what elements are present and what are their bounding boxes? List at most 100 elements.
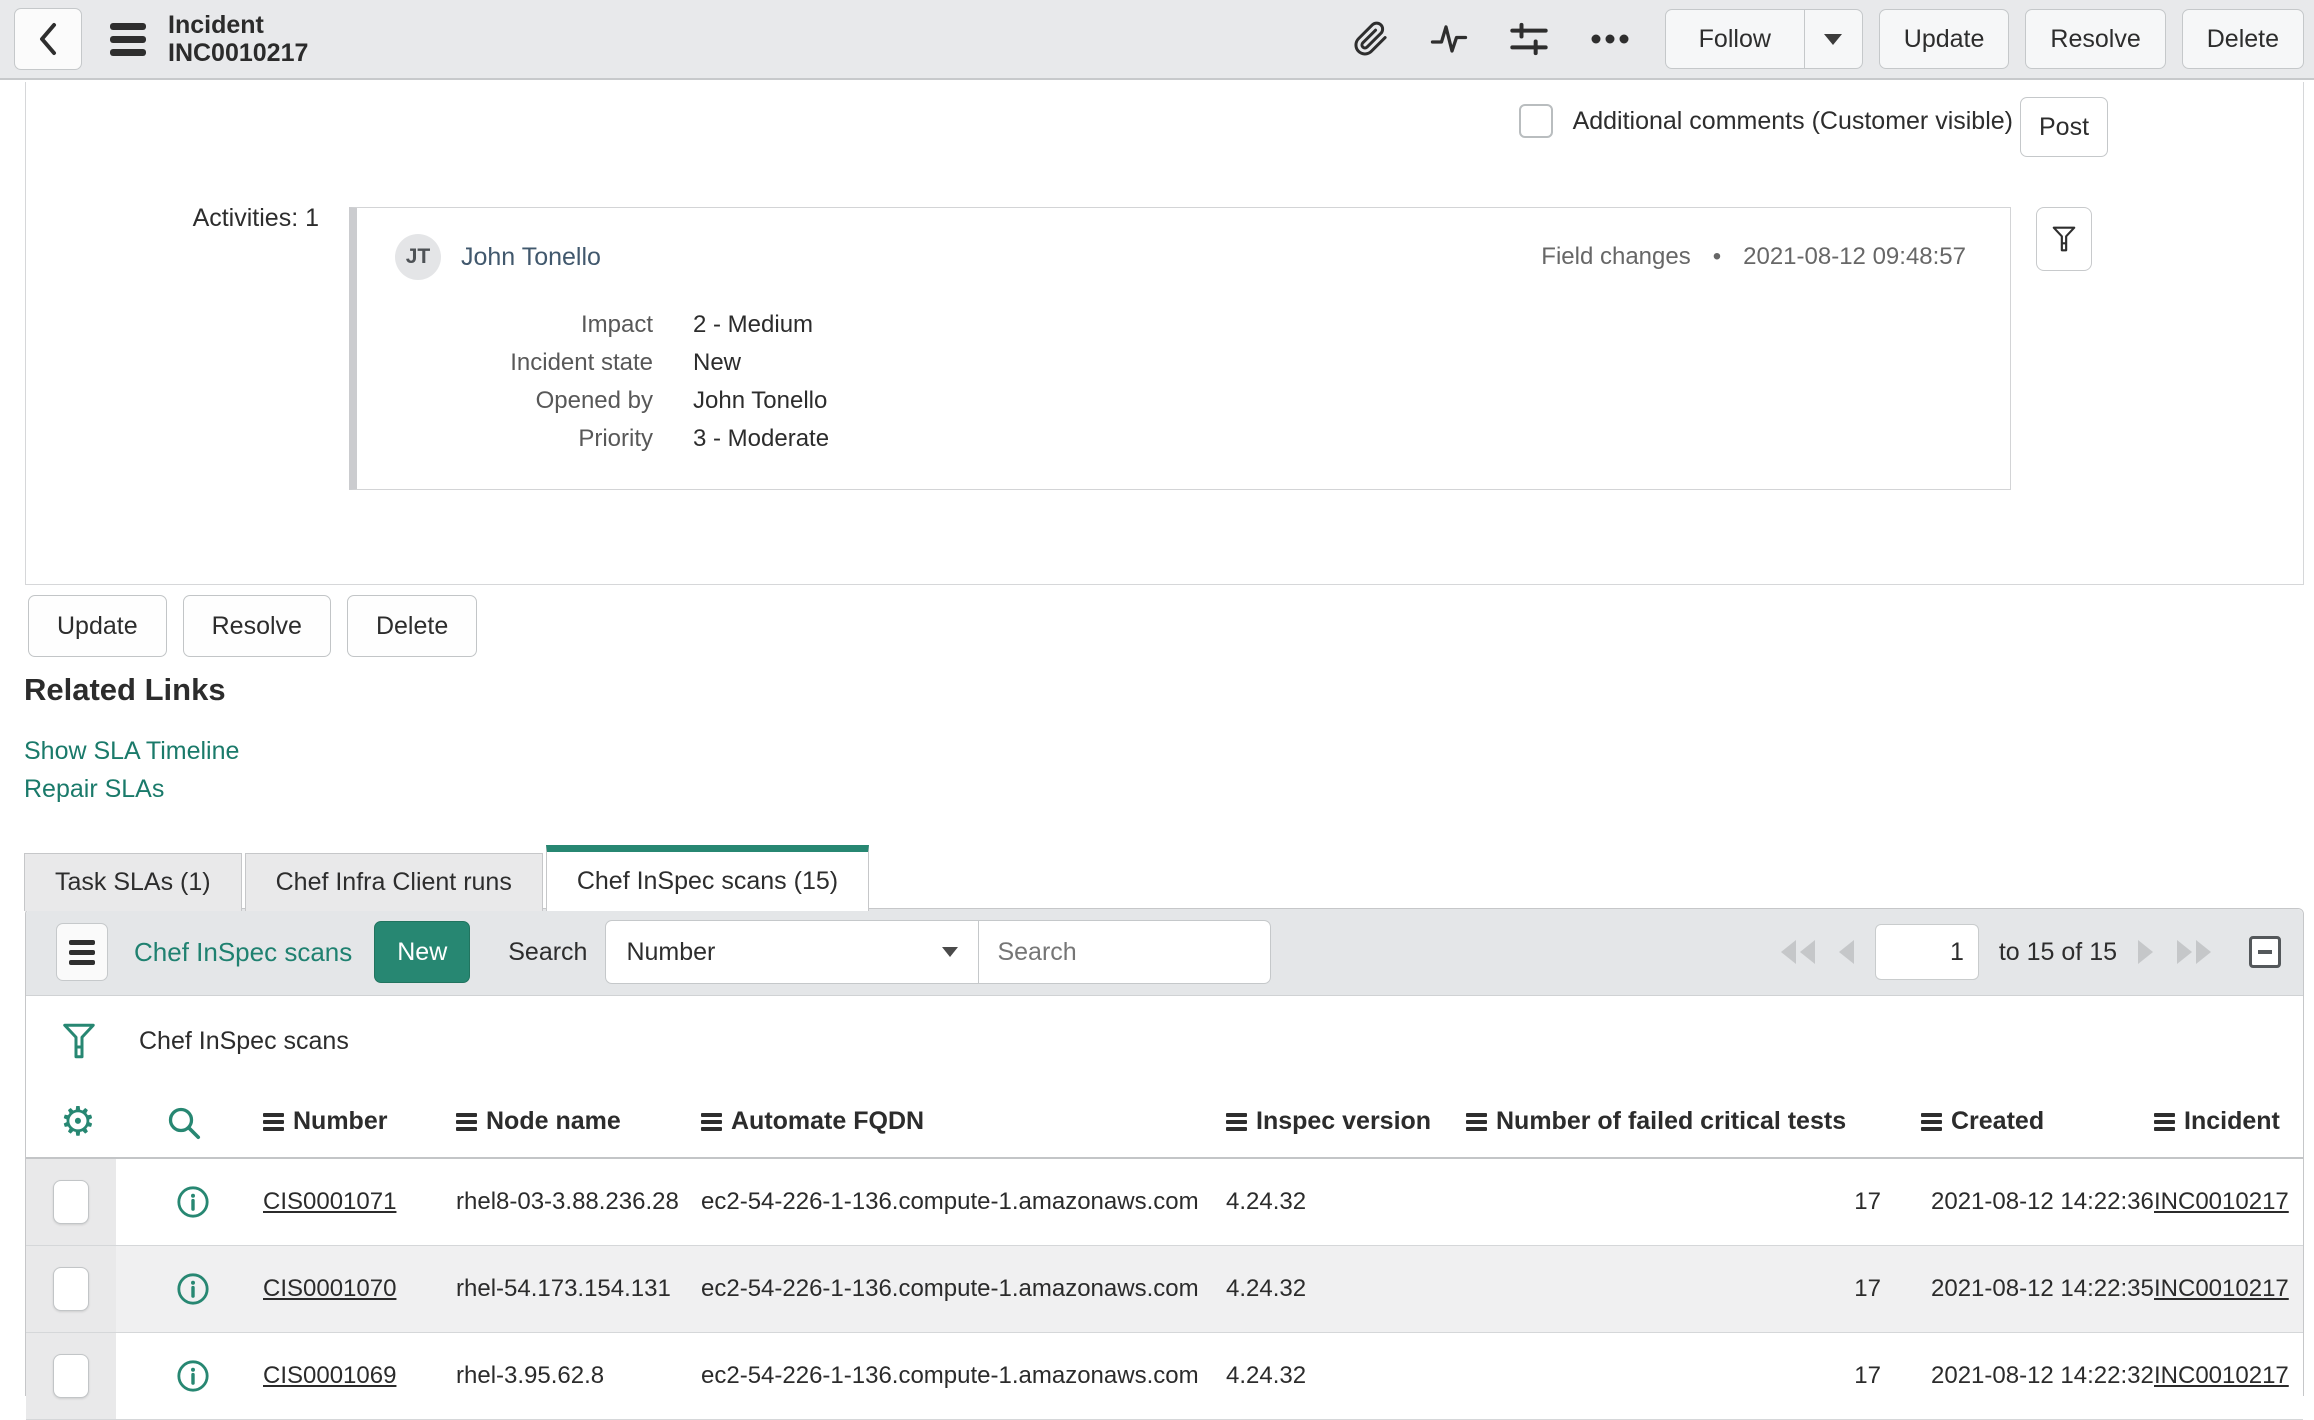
field-change-row: Incident state New [357,344,2010,382]
field-label: Impact [580,311,653,338]
column-header-created[interactable]: Created [1921,1086,2044,1157]
node-name-cell: rhel8-03-3.88.236.28 [456,1188,679,1215]
list-toolbar: Chef InSpec scans New Search Number to 1… [26,909,2303,996]
column-menu-icon [1466,1112,1487,1131]
more-options-icon[interactable] [1589,28,1631,50]
pagination-range-text: to 15 of 15 [1998,937,2117,966]
resolve-button-bottom[interactable]: Resolve [182,595,331,657]
row-checkbox[interactable] [53,1180,89,1224]
table-row: CIS0001069 rhel-3.95.62.8 ec2-54-226-1-1… [26,1333,2303,1420]
personalize-sliders-icon[interactable] [1509,19,1549,59]
column-header-inspec-version[interactable]: Inspec version [1226,1086,1431,1157]
table-row: CIS0001071 rhel8-03-3.88.236.28 ec2-54-2… [26,1159,2303,1246]
first-page-button[interactable] [1779,938,1817,966]
field-label: Opened by [535,387,653,414]
incident-link[interactable]: INC0010217 [2154,1362,2289,1390]
scan-number-link[interactable]: CIS0001071 [263,1188,396,1216]
field-value: John Tonello [693,387,828,414]
tab-task-slas[interactable]: Task SLAs (1) [24,853,242,911]
last-page-button[interactable] [2175,938,2213,966]
created-cell: 2021-08-12 14:22:35 [1931,1275,2154,1302]
column-header-incident[interactable]: Incident [2154,1086,2280,1157]
show-sla-timeline-link[interactable]: Show SLA Timeline [24,732,239,770]
activity-timestamp: 2021-08-12 09:48:57 [1743,243,1966,270]
field-change-row: Opened by John Tonello [357,382,2010,420]
gear-icon[interactable]: ⚙ [60,1100,96,1144]
back-button[interactable] [14,8,82,70]
related-links-title: Related Links [24,672,226,707]
previous-page-icon [1838,940,1854,964]
column-header-failed-critical-tests[interactable]: Number of failed critical tests [1466,1086,1846,1157]
table-header-row: ⚙ Number Node name Automate FQDN Inspec … [26,1086,2303,1159]
scan-number-link[interactable]: CIS0001070 [263,1275,396,1303]
row-select-cell [26,1333,116,1419]
tab-chef-inspec-scans[interactable]: Chef InSpec scans (15) [545,845,870,911]
tab-chef-infra-client-runs[interactable]: Chef Infra Client runs [244,853,543,911]
column-header-automate-fqdn[interactable]: Automate FQDN [701,1086,924,1157]
next-page-button[interactable] [2137,938,2155,966]
scan-number-link[interactable]: CIS0001069 [263,1362,396,1390]
created-cell: 2021-08-12 14:22:32 [1931,1362,2154,1389]
record-preview-button[interactable] [176,1159,210,1245]
repair-slas-link[interactable]: Repair SLAs [24,770,239,808]
customer-visible-checkbox[interactable] [1518,104,1553,138]
table-row: CIS0001070 rhel-54.173.154.131 ec2-54-22… [26,1246,2303,1333]
failed-critical-tests-cell: 17 [1854,1188,1881,1215]
next-page-icon [2138,940,2153,964]
delete-button[interactable]: Delete [2181,9,2304,69]
delete-button-bottom[interactable]: Delete [346,595,478,657]
field-value: 2 - Medium [693,311,814,338]
collapse-list-button[interactable] [2249,936,2281,968]
column-menu-icon [263,1112,284,1131]
search-input[interactable] [979,920,1272,984]
filter-breadcrumb[interactable]: Chef InSpec scans [139,1027,349,1056]
post-button[interactable]: Post [2020,97,2108,157]
column-header-number[interactable]: Number [263,1086,387,1157]
column-menu-icon [456,1112,477,1131]
activity-author[interactable]: John Tonello [461,243,601,272]
column-menu-icon [701,1112,722,1131]
incident-link[interactable]: INC0010217 [2154,1275,2289,1303]
record-preview-button[interactable] [176,1333,210,1419]
follow-dropdown-button[interactable] [1803,10,1862,68]
automate-fqdn-cell: ec2-54-226-1-136.compute-1.amazonaws.com [701,1362,1199,1389]
row-checkbox[interactable] [53,1267,89,1311]
inspec-version-cell: 4.24.32 [1226,1362,1307,1389]
page-number-input[interactable] [1874,924,1979,980]
column-menu-icon [2154,1112,2175,1131]
activity-filter-button[interactable] [2036,207,2092,271]
search-label: Search [508,937,588,966]
node-name-cell: rhel-54.173.154.131 [456,1275,671,1302]
record-preview-button[interactable] [176,1246,210,1332]
attachment-icon[interactable] [1353,21,1389,57]
automate-fqdn-cell: ec2-54-226-1-136.compute-1.amazonaws.com [701,1275,1199,1302]
row-select-cell [26,1246,116,1332]
list-menu-button[interactable] [56,923,108,981]
update-button-bottom[interactable]: Update [28,595,167,657]
resolve-button[interactable]: Resolve [2025,9,2166,69]
failed-critical-tests-cell: 17 [1854,1275,1881,1302]
row-checkbox[interactable] [53,1354,89,1398]
search-field-select[interactable]: Number [605,920,980,984]
follow-button[interactable]: Follow [1666,10,1804,68]
incident-link[interactable]: INC0010217 [2154,1188,2289,1216]
info-icon [177,1273,209,1305]
avatar: JT [395,234,441,280]
update-button[interactable]: Update [1878,9,2010,69]
field-label: Incident state [510,349,653,376]
previous-page-button[interactable] [1837,938,1855,966]
record-number-label: INC0010217 [168,39,309,67]
activity-entry-card: JT John Tonello Field changes • 2021-08-… [349,207,2011,490]
activity-stream-icon[interactable] [1429,21,1469,57]
filter-funnel-icon[interactable] [61,1021,97,1061]
new-record-button[interactable]: New [374,921,471,983]
info-icon [177,1360,209,1392]
column-header-node-name[interactable]: Node name [456,1086,621,1157]
column-menu-icon [1921,1112,1942,1131]
activity-meta: Field changes • 2021-08-12 09:48:57 [1541,243,1966,271]
context-menu-icon[interactable] [110,22,146,56]
chevron-down-icon [1824,33,1843,45]
automate-fqdn-cell: ec2-54-226-1-136.compute-1.amazonaws.com [701,1188,1199,1215]
list-search-icon[interactable] [166,1104,202,1142]
chef-inspec-scans-list: Chef InSpec scans New Search Number to 1… [25,908,2304,1420]
